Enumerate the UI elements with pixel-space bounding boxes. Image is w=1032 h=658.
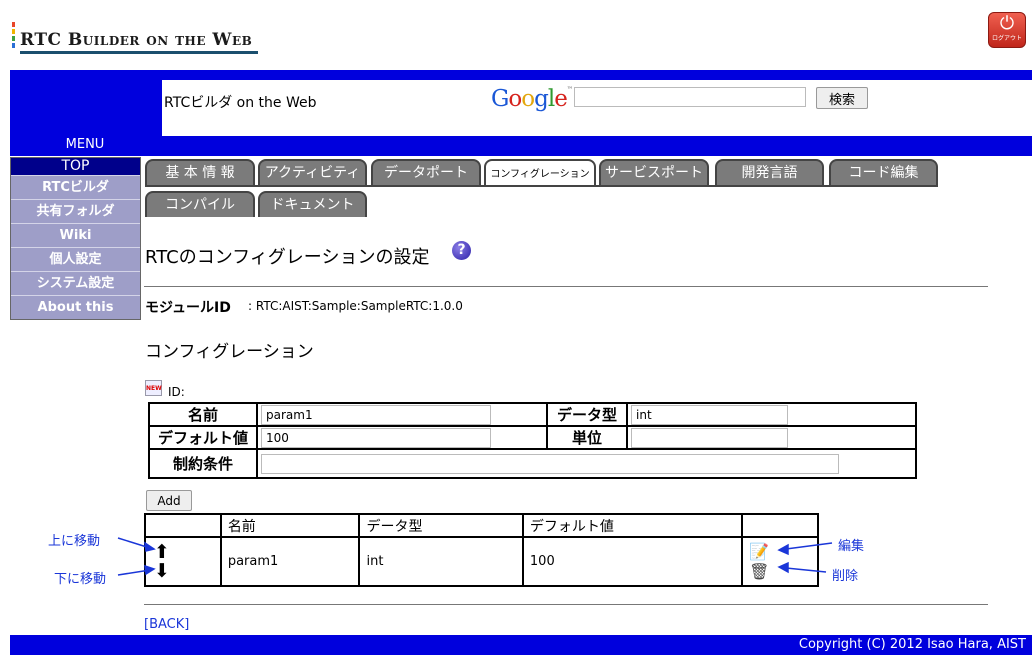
footer-copyright: Copyright (C) 2012 Isao Hara, AIST xyxy=(10,635,1032,655)
divider xyxy=(144,604,988,605)
annotation-arrows xyxy=(117,537,833,576)
back-link[interactable]: [BACK] xyxy=(144,617,189,632)
